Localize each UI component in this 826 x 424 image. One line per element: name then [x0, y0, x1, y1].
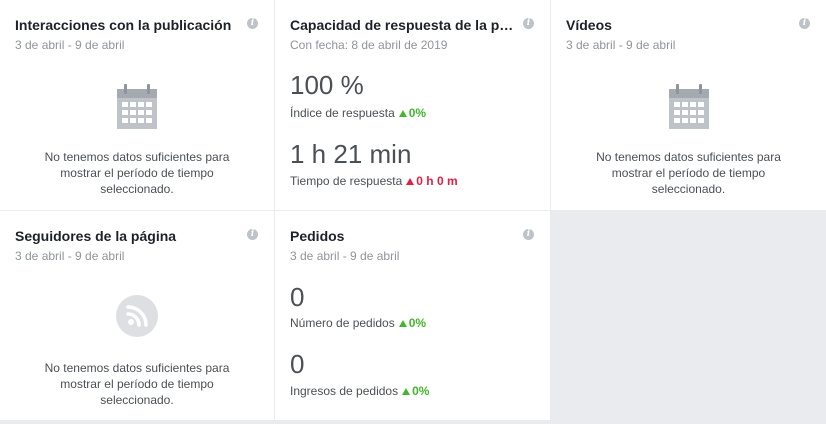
no-data-message: No tenemos datos suficientes para mostra…: [44, 361, 230, 407]
response-time-label: Tiempo de respuesta: [290, 174, 403, 188]
arrow-up-icon: [402, 388, 411, 395]
arrow-up-icon: [398, 320, 407, 327]
orders-revenue-row: Ingresos de pedidos 0%: [290, 384, 429, 398]
card-title: Pedidos: [290, 228, 345, 244]
info-icon[interactable]: i: [523, 229, 534, 240]
post-interactions-card[interactable]: Interacciones con la publicación i 3 de …: [0, 0, 274, 210]
orders-count-value: 0: [290, 282, 305, 312]
card-date-range: 3 de abril - 9 de abril: [15, 249, 125, 263]
card-title: Interacciones con la publicación: [15, 17, 232, 33]
orders-count-label: Número de pedidos: [290, 316, 395, 330]
orders-card[interactable]: Pedidos i 3 de abril - 9 de abril 0 Núme…: [275, 211, 550, 420]
response-rate-label: Índice de respuesta: [290, 106, 395, 120]
calendar-icon: [117, 84, 157, 129]
info-icon[interactable]: i: [523, 18, 534, 29]
response-time-value: 1 h 21 min: [290, 139, 412, 169]
response-rate-row: Índice de respuesta 0%: [290, 106, 426, 120]
info-icon[interactable]: i: [799, 18, 810, 29]
page-responsiveness-card[interactable]: Capacidad de respuesta de la página i Co…: [275, 0, 550, 210]
orders-revenue-value: 0: [290, 349, 305, 379]
insights-grid: Interacciones con la publicación i 3 de …: [0, 0, 826, 424]
no-data-message: No tenemos datos suficientes para mostra…: [44, 150, 230, 196]
response-time-row: Tiempo de respuesta 0 h 0 m: [290, 174, 458, 188]
orders-revenue-label: Ingresos de pedidos: [290, 384, 399, 398]
card-date-range: 3 de abril - 9 de abril: [566, 38, 676, 52]
videos-card[interactable]: Vídeos i 3 de abril - 9 de abril No tene…: [551, 0, 826, 210]
card-title: Vídeos: [566, 17, 612, 33]
response-rate-value: 100 %: [290, 70, 364, 100]
orders-revenue-change: 0%: [412, 384, 430, 398]
calendar-icon: [668, 84, 709, 129]
card-date-range: 3 de abril - 9 de abril: [290, 249, 400, 263]
card-title: Seguidores de la página: [15, 228, 177, 244]
response-time-change: 0 h 0 m: [416, 174, 458, 188]
info-icon[interactable]: i: [247, 229, 258, 240]
no-data-message: No tenemos datos suficientes para mostra…: [596, 150, 781, 196]
orders-count-row: Número de pedidos 0%: [290, 316, 426, 330]
arrow-up-icon: [406, 178, 415, 185]
card-title: Capacidad de respuesta de la página: [290, 17, 516, 33]
page-followers-card[interactable]: Seguidores de la página i 3 de abril - 9…: [0, 211, 274, 420]
info-icon[interactable]: i: [247, 18, 258, 29]
arrow-up-icon: [398, 110, 407, 117]
orders-count-change: 0%: [408, 316, 427, 330]
rss-icon: [116, 295, 158, 337]
card-date: Con fecha: 8 de abril de 2019: [290, 38, 448, 52]
card-date-range: 3 de abril - 9 de abril: [15, 38, 125, 52]
response-rate-change: 0%: [408, 106, 427, 120]
